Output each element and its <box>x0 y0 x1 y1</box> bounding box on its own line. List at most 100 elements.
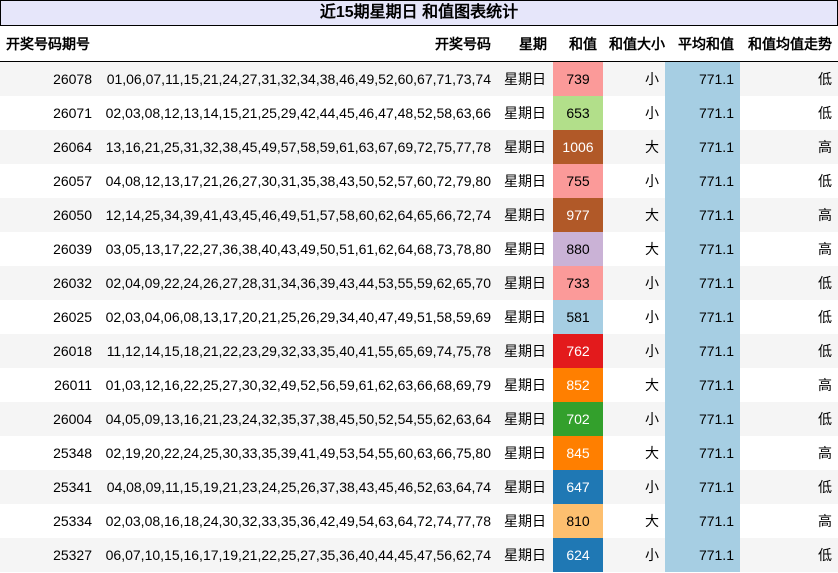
period-cell: 25334 <box>53 513 92 529</box>
weekday-cell: 星期日 <box>504 207 546 223</box>
avg-cell: 771.1 <box>665 538 740 572</box>
numbers-cell: 02,03,04,06,08,13,17,20,21,25,26,29,34,4… <box>105 309 491 325</box>
sum-cell: 845 <box>553 436 603 470</box>
size-cell: 大 <box>645 241 659 257</box>
table-row: 26039 03,05,13,17,22,27,36,38,40,43,49,50… <box>0 232 838 266</box>
size-cell: 小 <box>645 105 659 121</box>
weekday-cell: 星期日 <box>504 547 546 563</box>
avg-cell: 771.1 <box>665 61 740 96</box>
period-cell: 26057 <box>53 173 92 189</box>
size-cell: 大 <box>645 377 659 393</box>
stats-table: 开奖号码期号 开奖号码 星期 和值 和值大小 平均和值 和值均值走势 26078… <box>0 26 838 572</box>
avg-cell: 771.1 <box>665 334 740 368</box>
sum-cell: 739 <box>553 61 603 96</box>
numbers-cell: 04,08,12,13,17,21,26,27,30,31,35,38,43,5… <box>105 173 491 189</box>
sum-cell: 810 <box>553 504 603 538</box>
period-cell: 26078 <box>53 71 92 87</box>
sum-cell: 702 <box>553 402 603 436</box>
table-row: 25334 02,03,08,16,18,24,30,32,33,35,36,42… <box>0 504 838 538</box>
trend-cell: 高 <box>818 513 832 529</box>
table-row: 25327 06,07,10,15,16,17,19,21,22,25,27,35… <box>0 538 838 572</box>
trend-cell: 高 <box>818 241 832 257</box>
numbers-cell: 01,03,12,16,22,25,27,30,32,49,52,56,59,6… <box>105 377 491 393</box>
trend-cell: 高 <box>818 139 832 155</box>
numbers-cell: 03,05,13,17,22,27,36,38,40,43,49,50,51,6… <box>105 241 491 257</box>
period-cell: 25348 <box>53 445 92 461</box>
size-cell: 小 <box>645 309 659 325</box>
trend-cell: 低 <box>818 309 832 325</box>
numbers-cell: 12,14,25,34,39,41,43,45,46,49,51,57,58,6… <box>105 207 491 223</box>
weekday-cell: 星期日 <box>504 309 546 325</box>
size-cell: 小 <box>645 479 659 495</box>
weekday-cell: 星期日 <box>504 139 546 155</box>
weekday-cell: 星期日 <box>504 105 546 121</box>
table-row: 25341 04,08,09,11,15,19,21,23,24,25,26,37… <box>0 470 838 504</box>
col-header-period: 开奖号码期号 <box>0 26 98 62</box>
size-cell: 大 <box>645 445 659 461</box>
numbers-cell: 02,03,08,12,13,14,15,21,25,29,42,44,45,4… <box>105 105 491 121</box>
numbers-cell: 02,04,09,22,24,26,27,28,31,34,36,39,43,4… <box>105 275 491 291</box>
trend-cell: 低 <box>818 275 832 291</box>
size-cell: 大 <box>645 207 659 223</box>
weekday-cell: 星期日 <box>504 479 546 495</box>
table-row: 26025 02,03,04,06,08,13,17,20,21,25,26,29… <box>0 300 838 334</box>
numbers-cell: 02,19,20,22,24,25,30,33,35,39,41,49,53,5… <box>105 445 491 461</box>
col-header-avg: 平均和值 <box>665 26 740 62</box>
trend-cell: 低 <box>818 105 832 121</box>
avg-cell: 771.1 <box>665 368 740 402</box>
table-row: 26071 02,03,08,12,13,14,15,21,25,29,42,44… <box>0 96 838 130</box>
sum-cell: 852 <box>553 368 603 402</box>
sum-cell: 755 <box>553 164 603 198</box>
weekday-cell: 星期日 <box>504 241 546 257</box>
period-cell: 26025 <box>53 309 92 325</box>
sum-cell: 653 <box>553 96 603 130</box>
avg-cell: 771.1 <box>665 504 740 538</box>
size-cell: 小 <box>645 343 659 359</box>
period-cell: 25327 <box>53 547 92 563</box>
size-cell: 小 <box>645 173 659 189</box>
table-row: 26011 01,03,12,16,22,25,27,30,32,49,52,56… <box>0 368 838 402</box>
col-header-trend: 和值均值走势 <box>740 26 838 62</box>
size-cell: 大 <box>645 513 659 529</box>
numbers-cell: 13,16,21,25,31,32,38,45,49,57,58,59,61,6… <box>105 139 491 155</box>
trend-cell: 低 <box>818 71 832 87</box>
avg-cell: 771.1 <box>665 436 740 470</box>
period-cell: 26018 <box>53 343 92 359</box>
table-row: 26032 02,04,09,22,24,26,27,28,31,34,36,39… <box>0 266 838 300</box>
trend-cell: 低 <box>818 173 832 189</box>
table-row: 26018 11,12,14,15,18,21,22,23,29,32,33,35… <box>0 334 838 368</box>
weekday-cell: 星期日 <box>504 411 546 427</box>
page-title: 近15期星期日 和值图表统计 <box>0 0 838 26</box>
avg-cell: 771.1 <box>665 232 740 266</box>
avg-cell: 771.1 <box>665 96 740 130</box>
table-row: 26057 04,08,12,13,17,21,26,27,30,31,35,38… <box>0 164 838 198</box>
sum-cell: 977 <box>553 198 603 232</box>
weekday-cell: 星期日 <box>504 513 546 529</box>
numbers-cell: 11,12,14,15,18,21,22,23,29,32,33,35,40,4… <box>106 343 491 359</box>
trend-cell: 低 <box>818 343 832 359</box>
numbers-cell: 01,06,07,11,15,21,24,27,31,32,34,38,46,4… <box>106 71 491 87</box>
col-header-sum: 和值 <box>553 26 603 62</box>
period-cell: 26050 <box>53 207 92 223</box>
table-row: 26050 12,14,25,34,39,41,43,45,46,49,51,57… <box>0 198 838 232</box>
size-cell: 大 <box>645 139 659 155</box>
avg-cell: 771.1 <box>665 198 740 232</box>
col-header-size: 和值大小 <box>603 26 665 62</box>
numbers-cell: 02,03,08,16,18,24,30,32,33,35,36,42,49,5… <box>105 513 491 529</box>
avg-cell: 771.1 <box>665 130 740 164</box>
size-cell: 小 <box>645 547 659 563</box>
avg-cell: 771.1 <box>665 300 740 334</box>
trend-cell: 高 <box>818 207 832 223</box>
period-cell: 26039 <box>53 241 92 257</box>
table-row: 25348 02,19,20,22,24,25,30,33,35,39,41,49… <box>0 436 838 470</box>
numbers-cell: 06,07,10,15,16,17,19,21,22,25,27,35,36,4… <box>105 547 491 563</box>
trend-cell: 低 <box>818 411 832 427</box>
sum-cell: 647 <box>553 470 603 504</box>
numbers-cell: 04,05,09,13,16,21,23,24,32,35,37,38,45,5… <box>105 411 491 427</box>
period-cell: 26011 <box>54 377 92 393</box>
sum-cell: 880 <box>553 232 603 266</box>
trend-cell: 低 <box>818 479 832 495</box>
col-header-numbers: 开奖号码 <box>98 26 497 62</box>
numbers-cell: 04,08,09,11,15,19,21,23,24,25,26,37,38,4… <box>106 479 491 495</box>
table-row: 26078 01,06,07,11,15,21,24,27,31,32,34,38… <box>0 61 838 96</box>
